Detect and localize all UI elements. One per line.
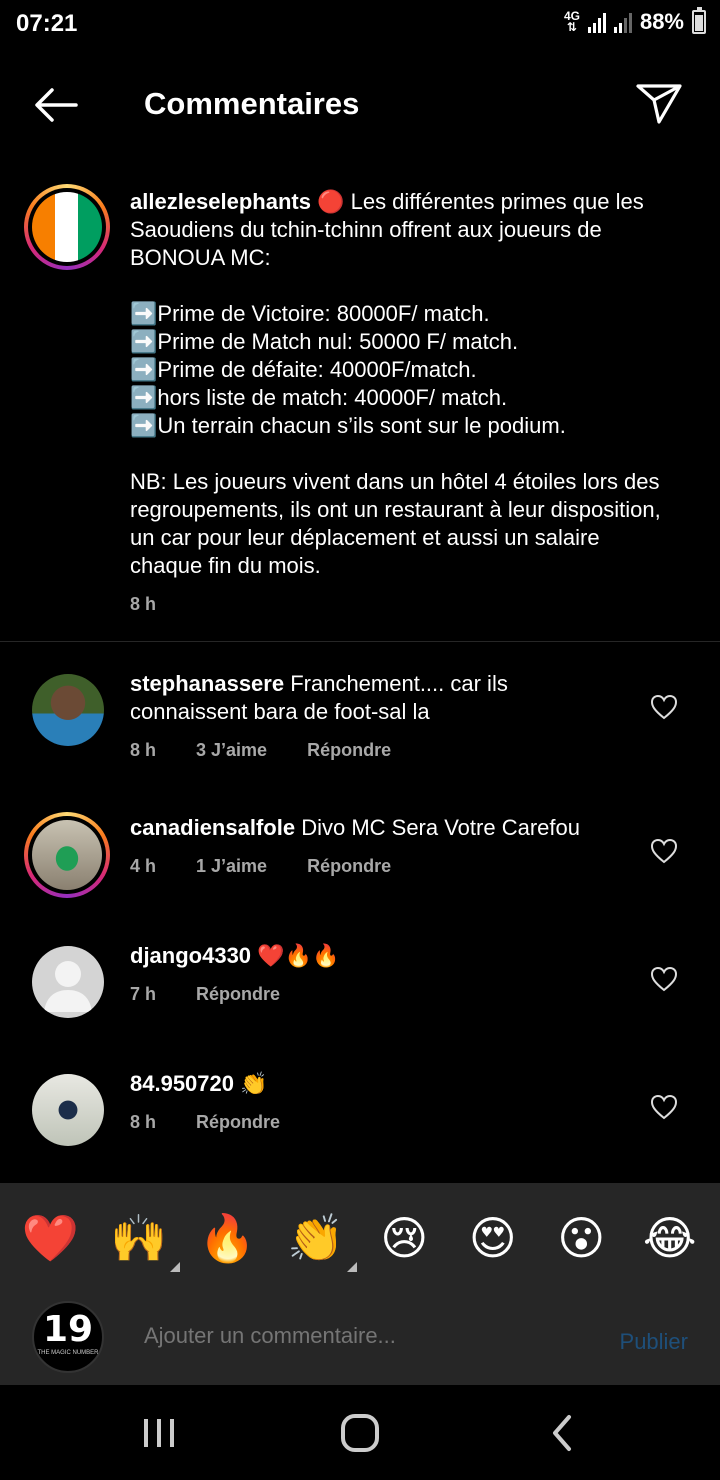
avatar[interactable] (24, 812, 110, 898)
home-icon[interactable] (335, 1411, 385, 1455)
comment-item: 84.950720 👏 8 h Répondre (24, 1070, 696, 1170)
comment-likes[interactable]: 1 J’aime (196, 856, 267, 877)
comment-input[interactable] (144, 1323, 564, 1349)
emoji-fire[interactable]: 🔥 (192, 1211, 262, 1266)
comment-time: 4 h (130, 856, 157, 876)
battery-percent: 88% (639, 9, 684, 34)
comment-content: 👏 (234, 1071, 268, 1096)
comment-username[interactable]: stephanassere (130, 671, 284, 696)
comment-text: stephanassere Franchement.... car ils co… (130, 670, 600, 726)
skin-tone-indicator-icon (346, 1261, 357, 1272)
comment-username[interactable]: django4330 (130, 943, 251, 968)
status-icons: 4G ⇅ 88% (563, 7, 706, 35)
comment-meta: 4 h 1 J’aime Répondre (130, 856, 391, 877)
arrow-left-icon (35, 88, 78, 122)
emoji-heart-eyes[interactable]: 😍 (458, 1211, 528, 1265)
send-icon (636, 84, 682, 124)
emoji-quick-bar: ❤️ 🙌 🔥 👏 😢 😍 😮 😂 (0, 1183, 720, 1293)
comment-text: 84.950720 👏 (130, 1070, 600, 1098)
emoji-crying[interactable]: 😢 (369, 1211, 439, 1265)
signal-icon (587, 11, 606, 33)
comment-username[interactable]: 84.950720 (130, 1071, 234, 1096)
profile-picture (32, 820, 102, 890)
comment-username[interactable]: canadiensalfole (130, 815, 295, 840)
heart-icon[interactable] (650, 1094, 678, 1120)
emoji-clapping[interactable]: 👏 (281, 1211, 357, 1272)
page-title: Commentaires (144, 86, 360, 121)
emoji-laughing[interactable]: 😂 (635, 1211, 705, 1265)
comment-item: canadiensalfole Divo MC Sera Votre Caref… (24, 812, 696, 914)
emoji-glyph: 👏 (287, 1211, 345, 1264)
default-avatar-icon (44, 961, 92, 1012)
comment-content: Divo MC Sera Votre Carefou (295, 815, 580, 840)
comment-meta: 8 h Répondre (130, 1112, 280, 1133)
reply-button[interactable]: Répondre (196, 1112, 280, 1133)
reply-button[interactable]: Répondre (307, 740, 391, 761)
back-button[interactable] (28, 80, 84, 130)
emoji-surprised[interactable]: 😮 (546, 1211, 616, 1265)
caption-text: allezleselephants 🔴 Les différentes prim… (130, 188, 670, 580)
recent-apps-icon[interactable] (134, 1411, 184, 1455)
network-label: 4G (563, 9, 580, 23)
emoji-glyph: 🙌 (110, 1211, 168, 1264)
battery-icon (692, 7, 706, 34)
comment-time: 8 h (130, 1112, 157, 1132)
network-icon: 4G ⇅ (563, 9, 580, 34)
comment-time: 7 h (130, 984, 157, 1004)
heart-icon[interactable] (650, 838, 678, 864)
comment-time: 8 h (130, 740, 157, 760)
reply-button[interactable]: Répondre (307, 856, 391, 877)
comment-likes[interactable]: 3 J’aime (196, 740, 267, 761)
publish-button[interactable]: Publier (620, 1329, 688, 1355)
comment-text: canadiensalfole Divo MC Sera Votre Caref… (130, 814, 600, 842)
comment-item: stephanassere Franchement.... car ils co… (24, 670, 696, 770)
caption-username[interactable]: allezleselephants (130, 189, 311, 214)
share-button[interactable] (634, 78, 684, 128)
signal-2-icon (613, 11, 632, 33)
my-avatar: 19 THE MAGIC NUMBER (32, 1301, 104, 1373)
comment-text: django4330 ❤️🔥🔥 (130, 942, 600, 970)
avatar[interactable] (32, 674, 104, 746)
divider (0, 641, 720, 642)
avatar[interactable] (32, 946, 104, 1018)
comment-meta: 7 h Répondre (130, 984, 280, 1005)
comment-content: ❤️🔥🔥 (251, 943, 340, 968)
system-nav-bar (0, 1385, 720, 1480)
reply-button[interactable]: Répondre (196, 984, 280, 1005)
status-bar: 07:21 4G ⇅ 88% (0, 0, 720, 50)
avatar-caption: THE MAGIC NUMBER (37, 1350, 99, 1356)
heart-icon[interactable] (650, 694, 678, 720)
comment-meta: 8 h 3 J’aime Répondre (130, 740, 391, 761)
caption-content: 🔴 Les différentes primes que les Saoudie… (130, 189, 661, 578)
emoji-heart[interactable]: ❤️ (15, 1211, 85, 1266)
header: Commentaires (0, 70, 720, 140)
skin-tone-indicator-icon (169, 1261, 180, 1272)
avatar-number: 19 (42, 1309, 94, 1350)
status-time: 07:21 (16, 10, 78, 37)
comment-composer: 19 THE MAGIC NUMBER Publier (0, 1293, 720, 1385)
comment-item: django4330 ❤️🔥🔥 7 h Répondre (24, 942, 696, 1042)
profile-picture (32, 192, 102, 262)
caption-timestamp: 8 h (130, 594, 157, 614)
emoji-raising-hands[interactable]: 🙌 (104, 1211, 180, 1272)
avatar[interactable] (24, 184, 110, 270)
heart-icon[interactable] (650, 966, 678, 992)
avatar[interactable] (32, 1074, 104, 1146)
back-nav-icon[interactable] (537, 1411, 587, 1455)
